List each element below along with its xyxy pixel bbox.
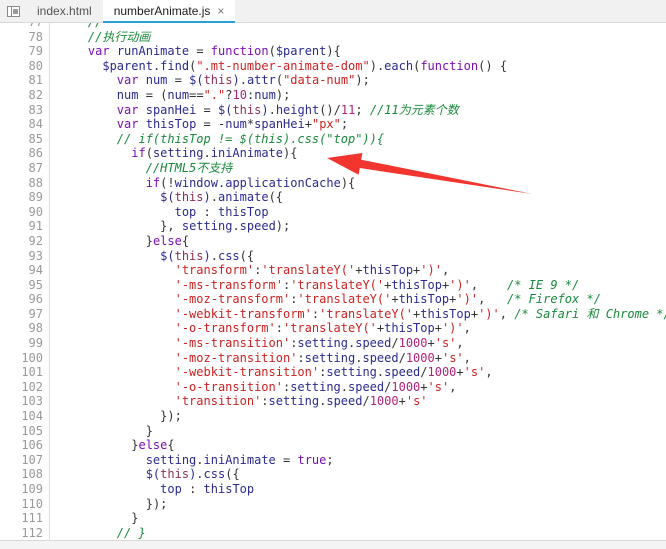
- line-number: 83: [28, 102, 43, 117]
- line-number: 92: [28, 233, 43, 248]
- line-number: 95: [28, 277, 43, 292]
- line-number: 101: [21, 365, 43, 380]
- line-number: 110: [21, 496, 43, 511]
- code-content[interactable]: // //执行动画 var runAnimate = function($par…: [50, 23, 666, 549]
- line-number: 102: [21, 379, 43, 394]
- tab-numberanimate-js[interactable]: numberAnimate.js ×: [102, 0, 236, 23]
- line-number: 98: [28, 321, 43, 336]
- code-line[interactable]: '-webkit-transition':setting.speed/1000+…: [59, 365, 666, 380]
- panel-collapse-icon[interactable]: [0, 0, 26, 22]
- code-line[interactable]: '-ms-transform':'translateY('+thisTop+')…: [59, 278, 666, 293]
- line-number: 111: [21, 511, 43, 526]
- code-line[interactable]: 'transform':'translateY('+thisTop+')',: [59, 263, 666, 278]
- line-number: 99: [28, 336, 43, 351]
- line-number-gutter: 7778798081828384858687888990919293949596…: [0, 23, 50, 549]
- tab-label: numberAnimate.js: [113, 3, 211, 18]
- code-line[interactable]: if(setting.iniAnimate){: [59, 146, 666, 161]
- line-number: 103: [21, 394, 43, 409]
- line-number: 86: [28, 146, 43, 161]
- line-number: 100: [21, 350, 43, 365]
- code-line[interactable]: '-ms-transition':setting.speed/1000+'s',: [59, 336, 666, 351]
- line-number: 96: [28, 292, 43, 307]
- code-line[interactable]: var spanHei = $(this).height()/11; //11为…: [59, 103, 666, 118]
- line-number: 93: [28, 248, 43, 263]
- code-line[interactable]: top : thisTop: [59, 205, 666, 220]
- line-number: 85: [28, 131, 43, 146]
- line-number: 97: [28, 306, 43, 321]
- line-number: 91: [28, 219, 43, 234]
- line-number: 77: [0, 23, 43, 30]
- panel-collapse-glyph: [6, 5, 20, 17]
- code-line[interactable]: $(this).animate({: [59, 190, 666, 205]
- code-line[interactable]: //HTML5不支持: [59, 161, 666, 176]
- code-line[interactable]: // if(thisTop != $(this).css("top")){: [59, 132, 666, 147]
- line-number: 106: [21, 438, 43, 453]
- code-line[interactable]: }else{: [59, 438, 666, 453]
- code-line[interactable]: var runAnimate = function($parent){: [59, 44, 666, 59]
- code-line[interactable]: '-moz-transition':setting.speed/1000+'s'…: [59, 351, 666, 366]
- line-number: 107: [21, 452, 43, 467]
- code-line[interactable]: //: [59, 23, 666, 30]
- code-line[interactable]: setting.iniAnimate = true;: [59, 453, 666, 468]
- line-number: 104: [21, 409, 43, 424]
- tab-bar: index.html numberAnimate.js ×: [0, 0, 666, 23]
- code-area[interactable]: 7778798081828384858687888990919293949596…: [0, 23, 666, 549]
- code-line[interactable]: });: [59, 409, 666, 424]
- line-number: 89: [28, 190, 43, 205]
- code-editor[interactable]: 7778798081828384858687888990919293949596…: [0, 23, 666, 549]
- code-line[interactable]: if(!window.applicationCache){: [59, 176, 666, 191]
- code-line[interactable]: $parent.find(".mt-number-animate-dom").e…: [59, 59, 666, 74]
- code-line[interactable]: }: [59, 511, 666, 526]
- code-line[interactable]: '-moz-transform':'translateY('+thisTop+'…: [59, 292, 666, 307]
- line-number: 84: [28, 117, 43, 132]
- line-number: 112: [21, 525, 43, 540]
- line-number: 87: [28, 160, 43, 175]
- line-number: 79: [28, 44, 43, 59]
- code-line[interactable]: // }: [59, 526, 666, 541]
- code-line[interactable]: $(this).css({: [59, 249, 666, 264]
- code-line[interactable]: //执行动画: [59, 30, 666, 45]
- line-number: 105: [21, 423, 43, 438]
- code-line[interactable]: num = (num=="."?10:num);: [59, 88, 666, 103]
- line-number: 82: [28, 87, 43, 102]
- code-line[interactable]: var num = $(this).attr("data-num");: [59, 73, 666, 88]
- horizontal-scroll-strip[interactable]: [0, 540, 666, 549]
- code-line[interactable]: }else{: [59, 234, 666, 249]
- code-line[interactable]: '-o-transform':'translateY('+thisTop+')'…: [59, 321, 666, 336]
- line-number: 108: [21, 467, 43, 482]
- code-line[interactable]: 'transition':setting.speed/1000+'s': [59, 394, 666, 409]
- code-line[interactable]: top : thisTop: [59, 482, 666, 497]
- code-line[interactable]: });: [59, 497, 666, 512]
- code-line[interactable]: }, setting.speed);: [59, 219, 666, 234]
- line-number: 90: [28, 204, 43, 219]
- code-line[interactable]: $(this).css({: [59, 467, 666, 482]
- line-number: 94: [28, 263, 43, 278]
- code-line[interactable]: '-o-transition':setting.speed/1000+'s',: [59, 380, 666, 395]
- line-number: 78: [28, 29, 43, 44]
- line-number: 109: [21, 482, 43, 496]
- tab-label: index.html: [37, 4, 92, 18]
- tab-index-html[interactable]: index.html: [26, 0, 103, 22]
- line-number: 88: [28, 175, 43, 190]
- line-number: 80: [28, 58, 43, 73]
- close-icon[interactable]: ×: [217, 5, 224, 17]
- line-number: 81: [28, 73, 43, 88]
- code-line[interactable]: '-webkit-transform':'translateY('+thisTo…: [59, 307, 666, 322]
- code-line[interactable]: }: [59, 424, 666, 439]
- code-line[interactable]: var thisTop = -num*spanHei+"px";: [59, 117, 666, 132]
